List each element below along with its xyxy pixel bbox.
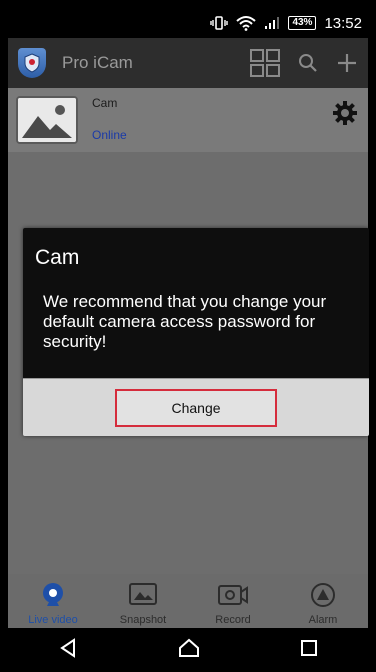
camera-name: Cam <box>92 96 118 110</box>
live-video-icon <box>40 582 66 611</box>
battery-level: 43% <box>288 16 317 30</box>
app-bar: Pro iCam <box>8 38 368 88</box>
recents-icon[interactable] <box>300 639 318 662</box>
back-icon[interactable] <box>58 637 78 663</box>
tab-label: Alarm <box>308 614 338 626</box>
signal-icon <box>264 16 280 30</box>
clock: 13:52 <box>324 14 362 32</box>
wifi-icon <box>236 15 257 31</box>
dialog-title: Cam <box>35 246 80 269</box>
tab-label: Live video <box>28 614 78 626</box>
alarm-icon <box>310 582 336 611</box>
record-icon <box>216 582 250 611</box>
app-title: Pro iCam <box>62 53 133 72</box>
camera-list-item[interactable]: Cam Online <box>8 88 368 152</box>
app-logo-icon <box>18 48 46 78</box>
camera-thumbnail[interactable] <box>16 96 78 144</box>
gear-icon[interactable] <box>330 98 360 128</box>
tab-label: Record <box>215 614 251 626</box>
camera-status: Online <box>92 128 127 142</box>
tab-live-video[interactable]: Live video <box>8 574 98 628</box>
password-warning-dialog: Cam We recommend that you change your de… <box>23 228 369 436</box>
tab-record[interactable]: Record <box>188 574 278 628</box>
add-icon[interactable] <box>336 52 358 74</box>
search-icon[interactable] <box>298 53 318 73</box>
dialog-message: We recommend that you change your defaul… <box>43 292 327 351</box>
snapshot-icon <box>128 582 158 611</box>
dialog-body: Cam We recommend that you change your de… <box>23 228 369 378</box>
vibrate-icon <box>210 15 229 31</box>
tab-snapshot[interactable]: Snapshot <box>98 574 188 628</box>
grid-view-icon[interactable] <box>250 49 280 77</box>
dialog-footer: Change <box>23 378 369 436</box>
tab-label: Snapshot <box>119 614 167 626</box>
change-button[interactable]: Change <box>115 388 277 427</box>
image-placeholder-icon <box>18 98 76 142</box>
status-bar: 43% 13:52 <box>8 8 368 38</box>
tab-alarm[interactable]: Alarm <box>278 574 368 628</box>
bottom-nav: Live video Snapshot Record Alarm <box>8 574 368 628</box>
home-icon[interactable] <box>178 638 200 663</box>
system-nav-bar <box>8 628 368 672</box>
